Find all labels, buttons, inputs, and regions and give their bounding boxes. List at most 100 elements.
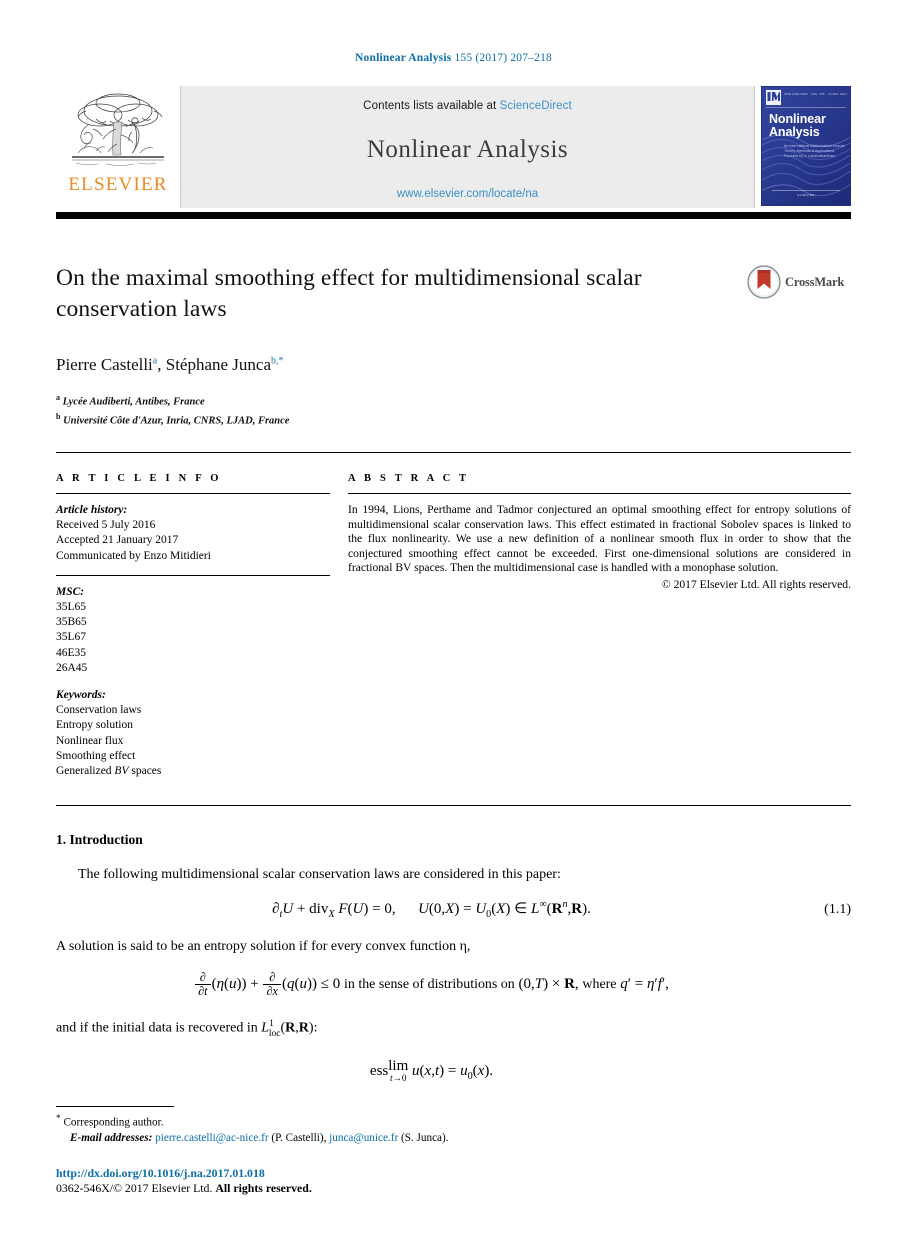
article-history-accepted: Accepted 21 January 2017: [56, 534, 179, 547]
equation-entropy: ∂ ∂t (η(u)) + ∂ ∂x (q(u)) ≤ 0 in the sense o…: [56, 971, 807, 998]
article-info-rule: [56, 493, 330, 494]
affiliation-b: b Université Côte d'Azur, Inria, CNRS, L…: [56, 410, 741, 429]
email-link-castelli[interactable]: pierre.castelli@ac-nice.fr: [155, 1132, 268, 1144]
journal-banner: Contents lists available at ScienceDirec…: [180, 86, 755, 208]
footer-rights: All rights reserved.: [215, 1180, 312, 1195]
running-head-journal: Nonlinear Analysis: [355, 52, 452, 64]
title-bottom-rule: [56, 452, 851, 453]
affiliation-a: a Lycée Audiberti, Antibes, France: [56, 391, 741, 410]
cover-title-line2: Analysis: [769, 125, 820, 139]
msc-code-2: 35L67: [56, 631, 87, 644]
elsevier-logo: ELSEVIER: [56, 86, 180, 208]
author-1: Pierre Castellia: [56, 355, 158, 374]
abstract-column: A B S T R A C T In 1994, Lions, Perthame…: [348, 473, 851, 779]
keyword-4: Generalized BV spaces: [56, 765, 162, 778]
msc-group: MSC: 35L65 35B65 35L67 46E35 26A45: [56, 585, 330, 676]
abstract-bottom-rule: [56, 805, 851, 807]
footnotes-block: * Corresponding author. E-mail addresses…: [56, 1112, 851, 1146]
doi-link[interactable]: http://dx.doi.org/10.1016/j.na.2017.01.0…: [56, 1166, 265, 1180]
running-head: Nonlinear Analysis 155 (2017) 207–218: [56, 52, 851, 64]
abstract-copyright: © 2017 Elsevier Ltd. All rights reserved…: [661, 577, 851, 591]
author-list: Pierre Castellia, Stéphane Juncab,*: [56, 355, 741, 375]
keywords-group: Keywords: Conservation laws Entropy solu…: [56, 688, 330, 779]
abstract-rule: [348, 493, 851, 494]
footnote-rule: [56, 1105, 174, 1107]
abstract-heading: A B S T R A C T: [348, 473, 470, 484]
cover-subtitle: An International Mathematical Journal Th…: [784, 144, 845, 158]
footer-copyright: © 2017 Elsevier Ltd.: [113, 1180, 213, 1195]
affiliation-b-text: Université Côte d'Azur, Inria, CNRS, LJA…: [63, 415, 290, 426]
issn-text: 0362-546X/: [56, 1180, 114, 1195]
affiliation-b-mark: b: [56, 411, 61, 421]
msc-code-3: 46E35: [56, 646, 87, 659]
crossmark-icon: [747, 265, 781, 299]
email-owner-castelli: (P. Castelli),: [271, 1131, 327, 1144]
intro-paragraph-2-text: A solution is said to be an entropy solu…: [56, 939, 471, 955]
article-info-column: A R T I C L E I N F O Article history: R…: [56, 473, 348, 779]
article-history-label: Article history:: [56, 504, 128, 516]
affiliation-a-mark: a: [56, 393, 60, 402]
intro-paragraph-3-tail: :: [313, 1020, 318, 1036]
cover-top-divider: [766, 91, 846, 108]
intro-paragraph-3-text: and if the initial data is recovered in: [56, 1020, 258, 1036]
email-addresses-note: E-mail addresses: pierre.castelli@ac-nic…: [70, 1131, 851, 1146]
page-content: Nonlinear Analysis 155 (2017) 207–218 EL…: [56, 0, 851, 1196]
article-history-group: Article history: Received 5 July 2016 Ac…: [56, 503, 330, 564]
journal-cover-cell: ISSN 0362-546X VOL. 155 15 MAY 2017 Nonl…: [755, 86, 851, 208]
email-link-junca[interactable]: junca@unice.fr: [329, 1132, 398, 1144]
keyword-0: Conservation laws: [56, 704, 142, 717]
journal-cover-thumbnail: ISSN 0362-546X VOL. 155 15 MAY 2017 Nonl…: [761, 86, 851, 206]
journal-url-link[interactable]: www.elsevier.com/locate/na: [181, 188, 754, 200]
sciencedirect-link[interactable]: ScienceDirect: [500, 100, 572, 112]
elsevier-wordmark: ELSEVIER: [68, 174, 168, 195]
author-2: Stéphane Juncab,*: [165, 355, 284, 374]
page-title: On the maximal smoothing effect for mult…: [56, 265, 642, 322]
paper-page: Nonlinear Analysis 155 (2017) 207–218 EL…: [0, 0, 907, 1238]
masthead-bottom-rule: [56, 212, 851, 219]
cover-footer: ELSEVIER: [772, 190, 840, 197]
msc-code-0: 35L65: [56, 601, 87, 614]
elsevier-tree-icon: [72, 93, 164, 166]
issn-copyright-line: 0362-546X/© 2017 Elsevier Ltd. All right…: [56, 1181, 851, 1196]
keyword-1: Entropy solution: [56, 719, 133, 732]
article-history-communicated: Communicated by Enzo Mitidieri: [56, 549, 211, 562]
email-addresses-label: E-mail addresses:: [70, 1131, 153, 1144]
contents-available-line: Contents lists available at ScienceDirec…: [181, 86, 754, 112]
email-owner-junca: (S. Junca).: [400, 1131, 449, 1144]
article-history-received: Received 5 July 2016: [56, 519, 156, 532]
doi-footer: http://dx.doi.org/10.1016/j.na.2017.01.0…: [56, 1166, 851, 1196]
msc-code-1: 35B65: [56, 616, 87, 629]
title-block: On the maximal smoothing effect for mult…: [56, 263, 851, 428]
msc-code-4: 26A45: [56, 661, 88, 674]
journal-masthead: ELSEVIER Contents lists available at Sci…: [56, 86, 851, 208]
contents-prefix: Contents lists available at: [363, 100, 497, 112]
keyword-2: Nonlinear flux: [56, 734, 124, 747]
equation-1-1-row: ∂tU + divX F(U) = 0, U(0,X) = U0(X) ∈ L∞…: [56, 899, 851, 920]
corresponding-author-note: * Corresponding author.: [56, 1112, 851, 1131]
equation-1-1: ∂tU + divX F(U) = 0, U(0,X) = U0(X) ∈ L∞…: [272, 899, 591, 921]
keywords-label: Keywords:: [56, 689, 106, 702]
affiliation-list: a Lycée Audiberti, Antibes, France b Uni…: [56, 391, 741, 428]
info-abstract-columns: A R T I C L E I N F O Article history: R…: [56, 473, 851, 779]
equation-1-1-number: (1.1): [824, 901, 851, 917]
equation-esslim: esslim t→0 u(x,t) = u0(x).: [369, 1057, 494, 1084]
author-2-affil-mark: b,*: [271, 355, 284, 367]
intro-paragraph-1: The following multidimensional scalar co…: [78, 867, 561, 883]
corresponding-author-marker: *: [56, 1113, 61, 1124]
running-head-volume: 155 (2017) 207–218: [454, 52, 552, 64]
abstract-text: In 1994, Lions, Perthame and Tadmor conj…: [348, 503, 851, 575]
intro-paragraph-2: A solution is said to be an entropy solu…: [56, 937, 851, 956]
equation-esslim-row: esslim t→0 u(x,t) = u0(x).: [56, 1057, 851, 1084]
msc-separator-rule: [56, 574, 330, 576]
author-separator: ,: [157, 355, 166, 374]
journal-title: Nonlinear Analysis: [366, 136, 569, 163]
section-heading-introduction: 1. Introduction: [56, 832, 143, 848]
keyword-3: Smoothing effect: [56, 749, 136, 762]
equation-entropy-row: ∂ ∂t (η(u)) + ∂ ∂x (q(u)) ≤ 0 in the sense o…: [56, 971, 851, 998]
corresponding-author-text: Corresponding author.: [63, 1116, 164, 1129]
cover-title: Nonlinear Analysis: [769, 113, 826, 139]
affiliation-a-text: Lycée Audiberti, Antibes, France: [62, 396, 205, 408]
crossmark-label: CrossMark: [785, 274, 845, 289]
article-info-heading: A R T I C L E I N F O: [56, 473, 222, 484]
crossmark-badge[interactable]: CrossMark: [747, 265, 851, 299]
